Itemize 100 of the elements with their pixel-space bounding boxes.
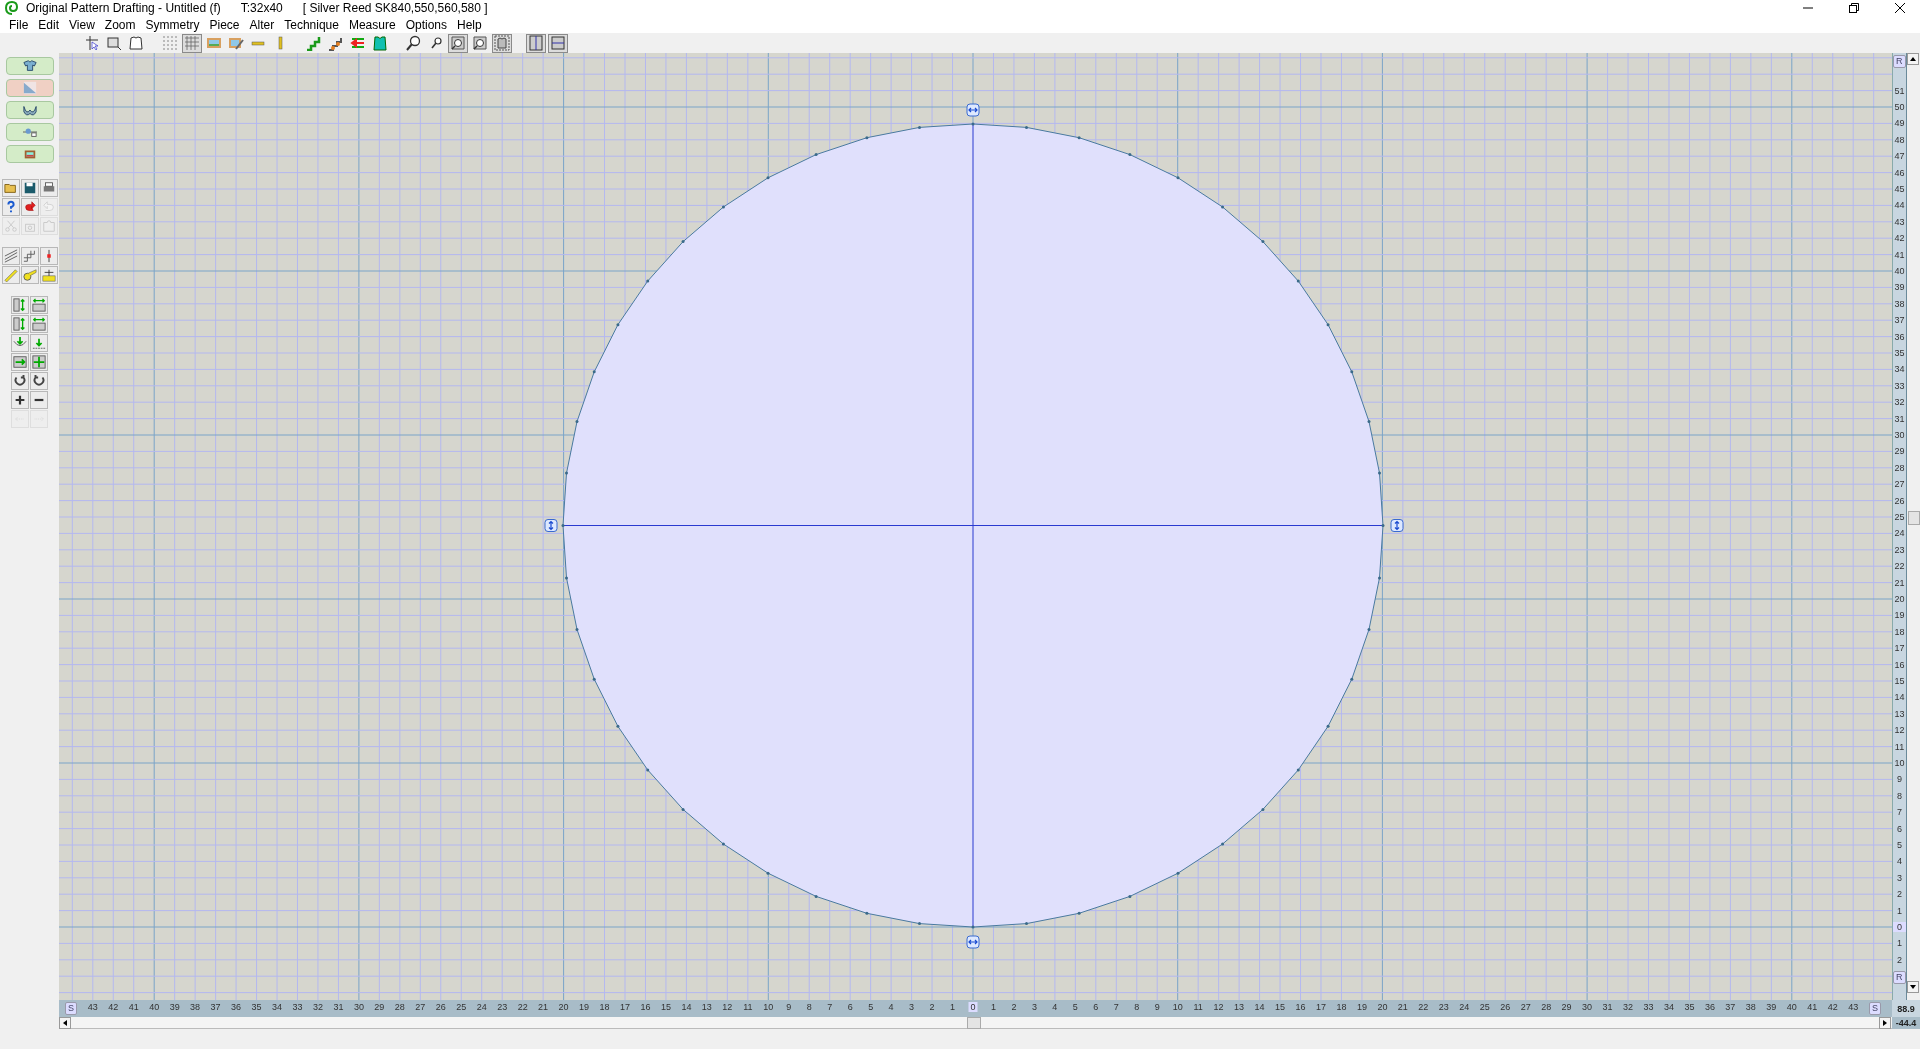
- menu-item[interactable]: Options: [400, 17, 452, 32]
- tool-button[interactable]: [1, 198, 20, 216]
- garment-frame-icon: [494, 35, 510, 51]
- mode-button[interactable]: [5, 57, 54, 75]
- ruler-label: 37: [209, 1002, 222, 1012]
- toolbar-button[interactable]: [448, 33, 468, 53]
- mode-button[interactable]: [5, 101, 54, 119]
- ruler-label: 25: [1478, 1002, 1491, 1012]
- resize-handle[interactable]: [966, 103, 980, 117]
- scroll-up-button[interactable]: [1907, 53, 1919, 65]
- tool-button[interactable]: [20, 179, 39, 197]
- ruler-icon: [3, 268, 18, 282]
- ruler-label: 14: [1253, 1002, 1266, 1012]
- menu-item[interactable]: Piece: [204, 17, 245, 32]
- folder-icon: [3, 181, 18, 195]
- ruler-label: 23: [1893, 544, 1906, 555]
- ruler-label: 18: [1893, 626, 1906, 637]
- ruler-label: 24: [475, 1002, 488, 1012]
- ruler-label: 5: [1896, 840, 1903, 850]
- scroll-left-button[interactable]: [59, 1017, 71, 1029]
- menu-item[interactable]: Measure: [343, 17, 401, 32]
- ruler-label: 16: [639, 1002, 652, 1012]
- toolbar-button[interactable]: [470, 33, 490, 53]
- ruler-label: 43: [1847, 1002, 1860, 1012]
- rotate-counterclockwise-icon: [32, 374, 46, 388]
- ruler-label: 11: [742, 1002, 754, 1012]
- resize-handle[interactable]: [1390, 519, 1404, 532]
- menu-item[interactable]: Symmetry: [140, 17, 205, 32]
- ruler-label: 30: [1581, 1002, 1594, 1012]
- ruler-label: 25: [1893, 512, 1906, 522]
- ruler-label: 6: [1896, 823, 1903, 834]
- ruler-label: 15: [1274, 1002, 1287, 1012]
- ruler-label: 30: [1893, 430, 1906, 440]
- ruler-label: 12: [721, 1002, 734, 1012]
- ruler-label: 21: [537, 1002, 550, 1012]
- tool-button[interactable]: [39, 266, 58, 284]
- ruler-label: 39: [168, 1002, 181, 1012]
- ruler-label: 10: [1171, 1002, 1184, 1012]
- horizontal-scrollbar[interactable]: [59, 1017, 1892, 1029]
- ruler-label: 4: [1051, 1002, 1059, 1012]
- ruler-label: 10: [762, 1002, 775, 1012]
- ruler-label: 22: [1893, 561, 1906, 572]
- ruler-label: 30: [352, 1002, 365, 1012]
- scroll-right-button[interactable]: [1879, 1017, 1891, 1029]
- mode-button[interactable]: [5, 123, 54, 141]
- ruler-marker[interactable]: R: [1893, 971, 1906, 984]
- tool-button[interactable]: [30, 372, 48, 390]
- ruler-label: 41: [1893, 249, 1906, 260]
- ruler-label: 39: [1893, 282, 1906, 293]
- ruler-label: 6: [846, 1002, 854, 1012]
- ruler-label: 24: [1458, 1002, 1471, 1012]
- ruler-label: 38: [1893, 298, 1906, 309]
- ruler-label: 42: [1826, 1002, 1839, 1012]
- ruler-label: 4: [887, 1002, 895, 1012]
- magnifier-icon: [406, 35, 422, 51]
- ruler-label: 2: [928, 1002, 936, 1012]
- scroll-thumb[interactable]: [1908, 511, 1920, 525]
- ruler-marker[interactable]: S: [1869, 1002, 1881, 1015]
- tool-button[interactable]: [30, 391, 48, 409]
- ruler-label: 28: [393, 1002, 406, 1012]
- menu-item[interactable]: Alter: [244, 17, 280, 32]
- ruler-label: 39: [1765, 1002, 1778, 1012]
- ruler-label: 15: [1893, 676, 1906, 686]
- ruler-marker[interactable]: R: [1893, 55, 1906, 68]
- ruler-label: 28: [1540, 1002, 1553, 1012]
- ruler-label: 3: [1030, 1002, 1038, 1012]
- ruler-label: 18: [598, 1002, 611, 1012]
- caret-icon: [1910, 985, 1916, 989]
- ruler-label: 21: [1893, 577, 1906, 588]
- ruler-label: 41: [1806, 1002, 1819, 1012]
- tool-button[interactable]: [11, 372, 29, 390]
- resize-handle[interactable]: [966, 935, 980, 949]
- ruler-label: 36: [1893, 331, 1906, 342]
- resize-handle[interactable]: [544, 519, 558, 532]
- small-magnifier-icon: [428, 35, 444, 51]
- scroll-thumb[interactable]: [967, 1017, 981, 1029]
- ruler-label: 8: [1896, 790, 1903, 801]
- ruler-label: 14: [680, 1002, 693, 1012]
- tool-button[interactable]: [11, 391, 29, 409]
- menu-item[interactable]: Zoom: [99, 17, 141, 32]
- menu-item[interactable]: Edit: [33, 17, 65, 32]
- menu-item[interactable]: View: [64, 17, 100, 32]
- caret-icon: [63, 1020, 67, 1026]
- ruler-marker[interactable]: S: [65, 1002, 77, 1015]
- double-arrow-horizontal-icon: [32, 298, 46, 312]
- picture-wrench-icon: [228, 35, 244, 51]
- tool-button[interactable]: [20, 198, 39, 216]
- menu-item[interactable]: File: [4, 17, 34, 32]
- scroll-down-button[interactable]: [1907, 981, 1919, 993]
- crosshair-icon: [84, 35, 100, 51]
- vest-icon: [372, 35, 388, 51]
- menu-item[interactable]: Technique: [279, 17, 344, 32]
- toolbar-button[interactable]: [126, 33, 146, 53]
- ruler-label: 1: [949, 1002, 956, 1012]
- ruler-label: 37: [1724, 1002, 1737, 1012]
- mode-button[interactable]: [5, 145, 54, 163]
- menu-item[interactable]: Help: [452, 17, 487, 32]
- ruler-label: 41: [127, 1002, 140, 1012]
- ruler-label: 17: [1315, 1002, 1327, 1012]
- ruler-label: 34: [271, 1002, 283, 1012]
